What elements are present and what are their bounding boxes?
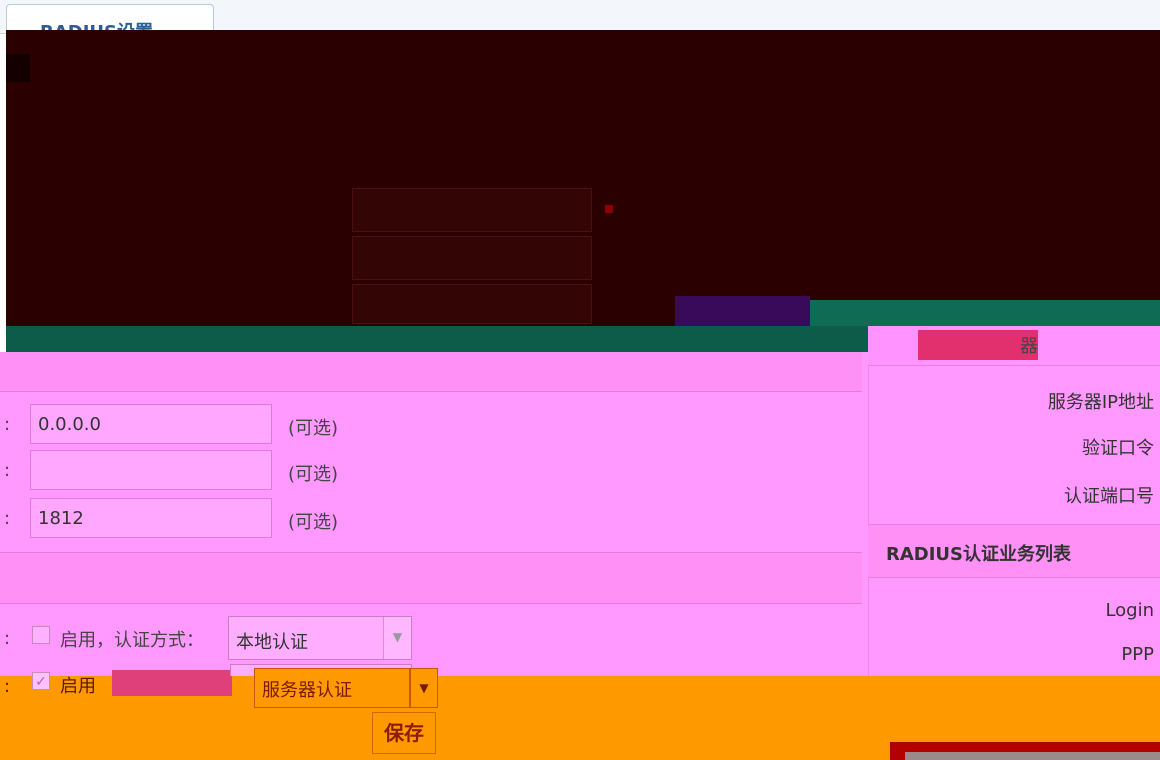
verify-password-input[interactable] [30, 450, 272, 490]
ghost-field [352, 284, 592, 324]
ghost-marker [605, 205, 613, 213]
chevron-down-icon[interactable]: ▼ [383, 617, 411, 659]
service-login-label: Login [1105, 600, 1154, 621]
overlay-artifact [905, 752, 1160, 760]
optional-hint: (可选) [288, 418, 339, 439]
verify-password-label: 验证口令 [1082, 438, 1154, 459]
ghost-field [352, 188, 592, 232]
ppp-auth-method-value: 服务器认证 [262, 680, 352, 701]
row-colon: : [4, 460, 11, 481]
row-colon: : [4, 628, 11, 649]
auth-port-value: 1812 [38, 508, 84, 529]
auth-port-label: 认证端口号 [1064, 486, 1154, 507]
server-ip-label: 服务器IP地址 [1047, 392, 1154, 413]
dark-overlay [6, 30, 1160, 326]
section-header-server [0, 352, 862, 392]
chevron-down-icon[interactable]: ▼ [410, 668, 438, 708]
row-colon: : [4, 508, 11, 529]
optional-hint: (可选) [288, 464, 339, 485]
overlay-artifact [6, 54, 30, 82]
ghost-field [352, 236, 592, 280]
ppp-enable-checkbox[interactable]: ✓ [32, 672, 50, 690]
login-enable-checkbox[interactable] [32, 626, 50, 644]
section-header-services [0, 552, 862, 604]
right-panel-title: 器 [1020, 336, 1038, 357]
enable-label: 启用 [60, 676, 96, 697]
optional-hint: (可选) [288, 512, 339, 533]
server-ip-value: 0.0.0.0 [38, 414, 101, 435]
overlay-artifact [810, 300, 1160, 328]
overlay-artifact [675, 296, 810, 328]
save-button[interactable]: 保存 [372, 712, 436, 754]
service-list-title: RADIUS认证业务列表 [886, 544, 1072, 565]
row-colon: : [4, 676, 11, 697]
overlay-artifact [112, 670, 232, 696]
row-colon: : [4, 414, 11, 435]
enable-label: 启用，认证方式： [60, 630, 204, 651]
service-ppp-label: PPP [1121, 644, 1154, 665]
login-auth-method-value: 本地认证 [236, 632, 308, 653]
